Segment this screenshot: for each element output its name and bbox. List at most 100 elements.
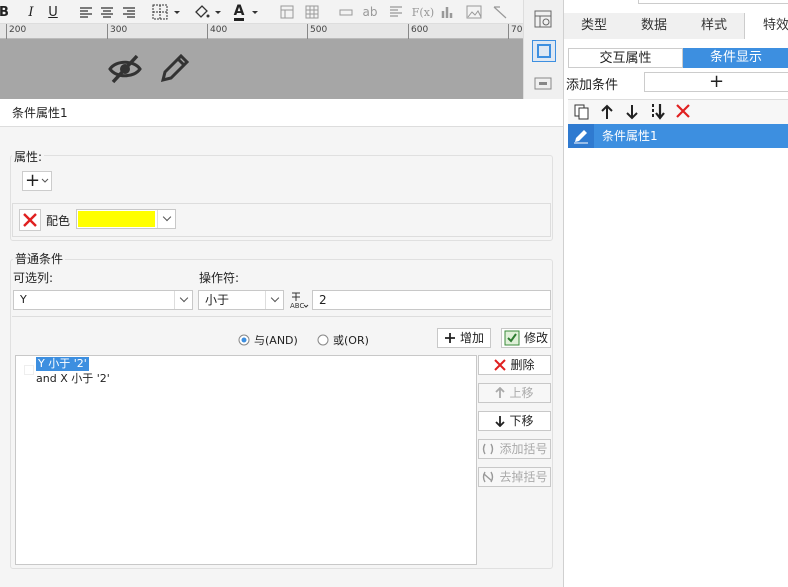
add-attribute-plus: + [24, 170, 41, 191]
add-parentheses-label: 添加括号 [499, 442, 548, 456]
ruler-tick: 400 [207, 24, 227, 39]
formula-icon[interactable]: F(x) [412, 3, 434, 21]
ruler-tick: 70 [508, 24, 522, 39]
parentheses-icon [483, 443, 494, 455]
image-icon[interactable] [465, 3, 483, 21]
form-property-icon[interactable] [534, 75, 552, 94]
radio-or[interactable]: 或(OR) [317, 332, 369, 348]
operator-select[interactable]: 小于 [198, 290, 284, 310]
ruler-tick: 500 [307, 24, 327, 39]
value-input[interactable]: 2 [312, 290, 551, 310]
add-condition-label: 添加条件 [566, 78, 619, 93]
tree-node [24, 365, 34, 375]
move-bottom-icon[interactable] [649, 103, 667, 124]
right-property-panel: 类型 数据 样式 特效 交互属性 条件显示 添加条件 + 条件属性1 [563, 0, 788, 587]
remove-parentheses-button[interactable]: 去掉括号 [478, 467, 551, 487]
remove-attribute-icon[interactable] [19, 209, 41, 231]
align-left-icon[interactable] [78, 3, 94, 21]
value-type-icon[interactable]: ABC [288, 289, 310, 314]
seg-interactive[interactable]: 交互属性 [568, 48, 683, 68]
move-up-label: 上移 [509, 386, 534, 400]
tab-data[interactable]: 数据 [624, 13, 684, 39]
attribute-legend: 属性: [12, 148, 45, 165]
table-icon[interactable] [304, 3, 320, 21]
add-condition-label: 增加 [459, 331, 484, 345]
font-color-icon[interactable]: A [232, 3, 264, 21]
tab-type[interactable]: 类型 [564, 13, 624, 39]
condition-list-item[interactable]: 条件属性1 [568, 124, 788, 148]
design-canvas [0, 39, 523, 99]
modify-button[interactable]: 修改 [501, 328, 551, 348]
move-down-label: 下移 [509, 414, 534, 428]
tab-style[interactable]: 样式 [684, 13, 744, 39]
edit-icon[interactable] [568, 124, 594, 148]
ruler: 200 300 400 500 600 70 [0, 24, 523, 39]
copy-icon[interactable] [574, 104, 590, 123]
cell-icon[interactable] [279, 3, 295, 21]
operator-value: 小于 [205, 293, 230, 307]
svg-text:ABC: ABC [290, 302, 304, 310]
cell-property-icon[interactable] [534, 10, 552, 31]
align-right-icon[interactable] [121, 3, 137, 21]
radio-and-label: 与(AND) [254, 334, 298, 347]
radio-and[interactable]: 与(AND) [238, 332, 298, 348]
delete-icon[interactable] [676, 104, 690, 121]
panel-top-edge [638, 0, 788, 4]
hidden-eye-icon[interactable] [108, 53, 142, 88]
add-parentheses-button[interactable]: 添加括号 [478, 439, 551, 459]
delete-button[interactable]: 删除 [478, 355, 551, 375]
condition-line[interactable]: and X 小于 '2' [36, 372, 110, 386]
text-icon[interactable] [388, 3, 404, 21]
seg-condition[interactable]: 条件显示 [683, 48, 788, 68]
bold-button[interactable]: B [0, 3, 9, 21]
delete-label: 删除 [510, 358, 535, 372]
italic-button[interactable]: I [24, 3, 38, 21]
chevron-down-icon[interactable] [174, 291, 192, 309]
column-label: 可选列: [13, 271, 54, 285]
add-condition-button[interactable]: + [644, 72, 788, 92]
plus-icon [444, 333, 455, 343]
tab-effects[interactable]: 特效 [744, 13, 788, 39]
pencil-icon[interactable] [158, 53, 190, 88]
column-value: Y [20, 293, 27, 306]
border-icon[interactable] [152, 3, 182, 21]
ruler-tick: 300 [107, 24, 127, 39]
underline-button[interactable]: U [46, 3, 60, 21]
move-up-button[interactable]: 上移 [478, 383, 551, 403]
move-down-icon[interactable] [625, 104, 639, 123]
property-tabs: 类型 数据 样式 特效 [564, 13, 788, 39]
condition-line[interactable]: Y 小于 '2' [36, 357, 89, 371]
add-condition-button[interactable]: 增加 [437, 328, 491, 348]
remove-parentheses-label: 去掉括号 [499, 470, 548, 484]
attribute-name: 配色 [46, 214, 71, 228]
move-down-button[interactable]: 下移 [478, 411, 551, 431]
side-icon-bar [523, 0, 563, 99]
move-up-icon[interactable] [600, 104, 614, 123]
radio-or-label: 或(OR) [333, 334, 369, 347]
condition-list[interactable]: Y 小于 '2' and X 小于 '2' [15, 355, 477, 565]
arrow-up-icon [495, 387, 506, 398]
modify-label: 修改 [523, 331, 548, 345]
chevron-down-icon[interactable] [157, 210, 175, 228]
widget-icon[interactable] [338, 3, 354, 21]
divider [12, 316, 551, 317]
modify-icon [504, 330, 520, 346]
color-picker[interactable] [76, 209, 176, 229]
slash-icon[interactable] [492, 3, 508, 21]
general-conditions-legend: 普通条件 [13, 250, 66, 267]
delete-icon [494, 359, 507, 371]
chart-icon[interactable] [440, 3, 456, 21]
color-swatch [78, 211, 155, 227]
condition-toolbar [568, 99, 788, 124]
condition-item-label: 条件属性1 [602, 129, 658, 143]
widget-property-icon[interactable] [532, 40, 556, 62]
add-attribute-button[interactable]: + [22, 171, 52, 191]
dialog-title: 条件属性1 [0, 99, 563, 127]
fill-color-icon[interactable] [193, 3, 223, 21]
chevron-down-icon[interactable] [265, 291, 283, 309]
align-center-icon[interactable] [99, 3, 115, 21]
attribute-row: 配色 [12, 203, 551, 237]
ab-icon[interactable]: ab [362, 3, 378, 21]
column-select[interactable]: Y [13, 290, 193, 310]
arrow-down-icon [495, 416, 506, 427]
